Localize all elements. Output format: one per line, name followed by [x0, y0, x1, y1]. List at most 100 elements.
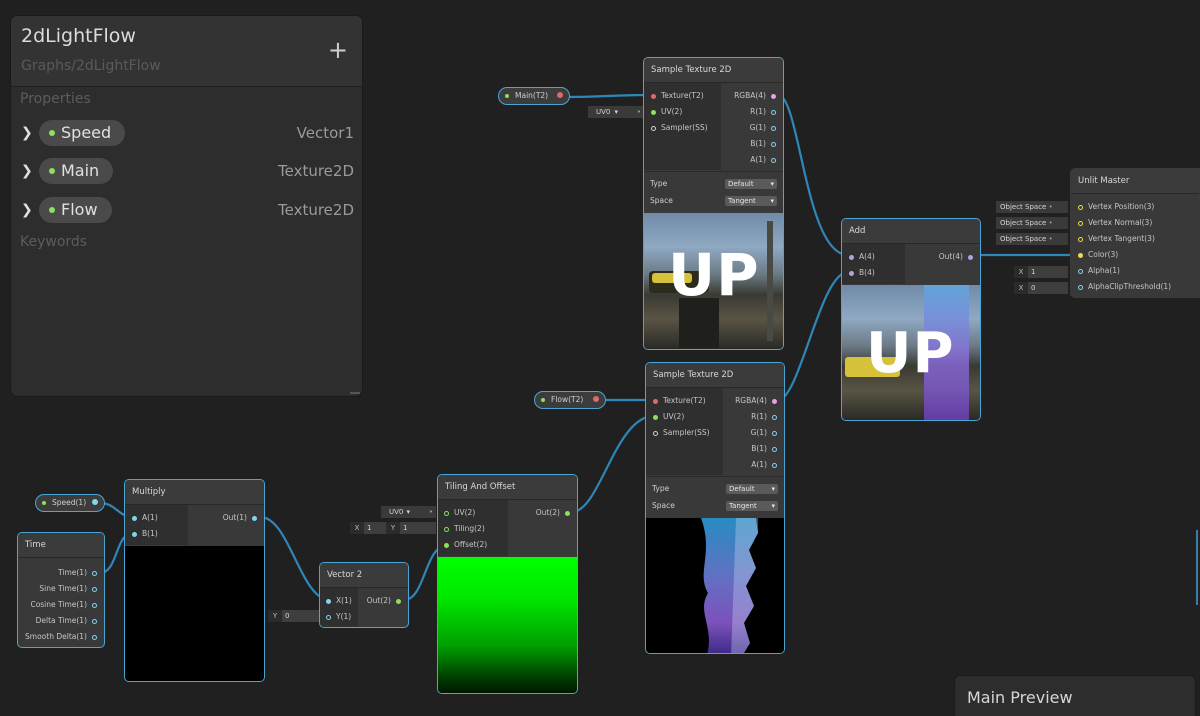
property-row[interactable]: ❯ Speed Vector1 [19, 120, 354, 148]
input-port[interactable]: Offset(2) [439, 537, 487, 553]
input-port[interactable]: Texture(T2) [648, 393, 710, 409]
input-port[interactable]: B(4) [844, 265, 875, 281]
float-port-icon[interactable] [772, 446, 777, 452]
chevron-right-icon[interactable]: ❯ [21, 125, 33, 141]
output-port[interactable]: R(1) [735, 409, 782, 425]
output-port[interactable]: G(1) [735, 425, 782, 441]
output-port[interactable]: R(1) [734, 104, 781, 120]
float-port-icon[interactable] [92, 499, 98, 505]
vertex-normal-space-input[interactable]: Object Space • [996, 217, 1068, 229]
float-port-icon[interactable] [1078, 284, 1083, 290]
output-port[interactable]: B(1) [734, 136, 781, 152]
texture-port-icon[interactable] [557, 92, 563, 98]
output-port[interactable]: B(1) [735, 441, 782, 457]
texture-port-icon[interactable] [653, 398, 658, 404]
float-port-icon[interactable] [92, 570, 97, 576]
chevron-right-icon[interactable]: ❯ [21, 202, 33, 218]
main-property-node[interactable]: Main(T2) [498, 87, 570, 105]
input-port[interactable]: UV(2) [646, 104, 708, 120]
input-port[interactable]: UV(2) [648, 409, 710, 425]
float-port-icon[interactable] [92, 602, 97, 608]
float-port-icon[interactable] [771, 109, 776, 115]
output-port[interactable]: Out(4) [939, 249, 978, 265]
type-dropdown[interactable]: Default [725, 179, 777, 189]
float-port-icon[interactable] [771, 157, 776, 163]
sampler-port-icon[interactable] [651, 125, 656, 131]
float-port-icon[interactable] [772, 430, 777, 436]
texture-port-icon[interactable] [593, 396, 599, 402]
vertex-position-space-input[interactable]: Object Space • [996, 201, 1068, 213]
input-port[interactable]: Y(1) [321, 609, 352, 625]
space-dropdown[interactable]: Tangent [725, 196, 777, 206]
output-port[interactable]: Out(2) [536, 505, 575, 521]
vector3-port-icon[interactable] [1078, 236, 1083, 242]
float-port-icon[interactable] [771, 125, 776, 131]
float-port-icon[interactable] [772, 414, 777, 420]
alpha-input[interactable]: X1 [1014, 266, 1068, 278]
float-port-icon[interactable] [772, 462, 777, 468]
output-port[interactable]: RGBA(4) [734, 88, 781, 104]
output-port[interactable]: G(1) [734, 120, 781, 136]
float-port-icon[interactable] [326, 598, 331, 604]
sample-texture-node-2[interactable]: Sample Texture 2D Texture(T2) UV(2) Samp… [645, 362, 785, 654]
input-port[interactable]: Vertex Position(3) [1073, 199, 1171, 215]
tiling-y-input[interactable]: Y1 [386, 522, 436, 534]
property-pill[interactable]: Flow [39, 197, 112, 223]
float-port-icon[interactable] [92, 618, 97, 624]
input-port[interactable]: Alpha(1) [1073, 263, 1171, 279]
float-port-icon[interactable] [132, 515, 137, 521]
input-port[interactable]: Sampler(SS) [646, 120, 708, 136]
output-port[interactable]: Delta Time(1) [25, 613, 102, 629]
vector3-port-icon[interactable] [1078, 220, 1083, 226]
vector-port-icon[interactable] [396, 598, 401, 604]
uv-channel-select[interactable]: UV0 • [381, 506, 436, 518]
texture-port-icon[interactable] [651, 93, 656, 99]
main-preview-panel[interactable]: Main Preview [955, 676, 1195, 716]
chevron-right-icon[interactable]: ❯ [21, 163, 33, 179]
input-port[interactable]: X(1) [321, 593, 352, 609]
float-port-icon[interactable] [132, 531, 137, 537]
input-port[interactable]: Vertex Normal(3) [1073, 215, 1171, 231]
multiply-node[interactable]: Multiply A(1) B(1) Out(1) [124, 479, 265, 682]
add-node[interactable]: Add A(4) B(4) Out(4) UP [841, 218, 981, 421]
output-port[interactable]: A(1) [735, 457, 782, 473]
vector-port-icon[interactable] [444, 526, 449, 532]
input-port[interactable]: B(1) [127, 526, 158, 542]
add-property-button[interactable]: + [328, 38, 348, 62]
shader-graph-canvas[interactable]: 2dLightFlow Graphs/2dLightFlow + Propert… [0, 0, 1200, 716]
time-node[interactable]: Time Time(1) Sine Time(1) Cosine Time(1)… [17, 532, 105, 648]
property-pill[interactable]: Main [39, 158, 114, 184]
output-port[interactable]: A(1) [734, 152, 781, 168]
float-port-icon[interactable] [92, 586, 97, 592]
float-port-icon[interactable] [92, 634, 97, 640]
vector-port-icon[interactable] [653, 414, 658, 420]
float-port-icon[interactable] [771, 141, 776, 147]
vector4-port-icon[interactable] [849, 270, 854, 276]
input-port[interactable]: A(1) [127, 510, 158, 526]
property-row[interactable]: ❯ Flow Texture2D [19, 197, 354, 225]
unlit-master-node[interactable]: Unlit Master Vertex Position(3) Vertex N… [1070, 168, 1200, 298]
property-pill[interactable]: Speed [39, 120, 126, 146]
space-dropdown[interactable]: Tangent [726, 501, 778, 511]
color-port-icon[interactable] [772, 398, 777, 404]
type-dropdown[interactable]: Default [726, 484, 778, 494]
vector3-port-icon[interactable] [1078, 204, 1083, 210]
uv-channel-select[interactable]: UV0 • [588, 106, 644, 118]
property-row[interactable]: ❯ Main Texture2D [19, 158, 354, 186]
output-port[interactable]: Out(1) [223, 510, 262, 526]
output-port[interactable]: Out(2) [367, 593, 406, 609]
output-port[interactable]: Smooth Delta(1) [25, 629, 102, 645]
output-port[interactable]: RGBA(4) [735, 393, 782, 409]
vector-port-icon[interactable] [565, 510, 570, 516]
float-port-icon[interactable] [326, 614, 331, 620]
vector3-port-icon[interactable] [1078, 252, 1083, 258]
sample-texture-node-1[interactable]: Sample Texture 2D Texture(T2) UV(2) Samp… [643, 57, 784, 350]
color-port-icon[interactable] [771, 93, 776, 99]
output-port[interactable]: Sine Time(1) [25, 581, 102, 597]
input-port[interactable]: UV(2) [439, 505, 487, 521]
float-port-icon[interactable] [252, 515, 257, 521]
input-port[interactable]: AlphaClipThreshold(1) [1073, 279, 1171, 295]
output-port[interactable]: Time(1) [25, 565, 102, 581]
input-port[interactable]: Color(3) [1073, 247, 1171, 263]
tiling-offset-node[interactable]: Tiling And Offset UV(2) Tiling(2) Offset… [437, 474, 578, 694]
